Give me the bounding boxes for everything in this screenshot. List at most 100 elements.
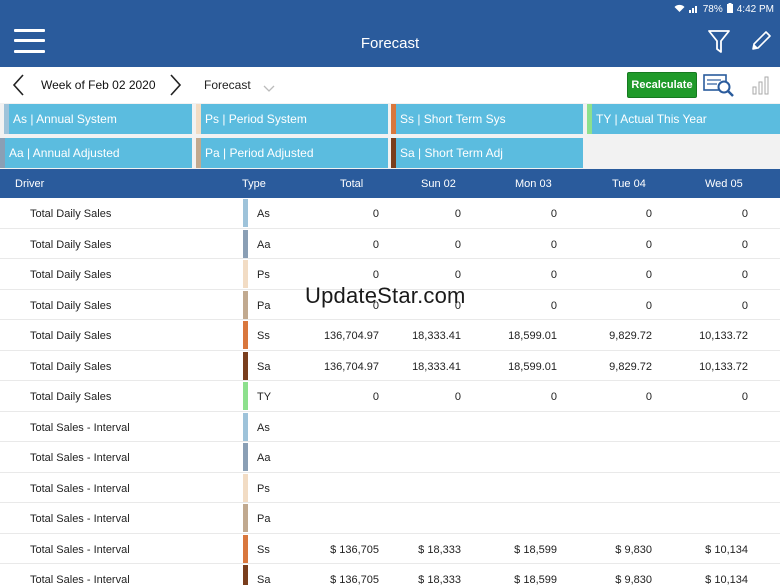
forecast-table-body: Total Daily Sales As 0 0 0 0 0 Total Daily Sale… — [0, 198, 780, 585]
type-color-bar — [243, 565, 248, 585]
value-cell[interactable]: 0 — [562, 269, 652, 281]
value-cell[interactable]: 10,133.72 — [658, 330, 748, 342]
table-row[interactable]: Total Daily Sales Ss 136,704.97 18,333.41 18… — [0, 320, 780, 351]
value-cell[interactable]: 18,333.41 — [371, 330, 461, 342]
type-color-bar — [243, 473, 248, 502]
value-cell[interactable]: 0 — [562, 208, 652, 220]
table-row[interactable]: Total Sales - Interval Aa — [0, 442, 780, 473]
value-cell[interactable]: 0 — [467, 239, 557, 251]
legend-color-swatch — [391, 138, 396, 168]
table-row[interactable]: Total Daily Sales Sa 136,704.97 18,333.41 18… — [0, 351, 780, 381]
bar-chart-icon[interactable] — [751, 75, 771, 95]
value-cell[interactable]: 136,704.97 — [289, 330, 379, 342]
previous-week-chevron-icon[interactable] — [10, 73, 28, 97]
chevron-down-icon[interactable] — [263, 80, 275, 92]
type-cell: Sa — [257, 574, 271, 585]
value-cell[interactable]: 18,333.41 — [371, 361, 461, 373]
type-legend: As | Annual System Ps | Period System Ss… — [0, 103, 780, 169]
legend-chip-ps: Ps | Period System — [196, 104, 388, 134]
battery-percent: 78% — [702, 3, 723, 15]
type-cell: As — [257, 421, 270, 434]
value-cell[interactable]: $ 18,333 — [371, 544, 461, 556]
type-cell: TY — [257, 391, 272, 403]
next-week-chevron-icon[interactable] — [166, 73, 184, 97]
clock: 4:42 PM — [736, 3, 774, 15]
column-header-mon: Mon 03 — [515, 178, 552, 190]
value-cell[interactable]: 10,133.72 — [658, 361, 748, 373]
recalculate-button[interactable]: Recalculate — [627, 72, 697, 98]
value-cell[interactable]: $ 10,134 — [658, 544, 748, 556]
legend-chip-label: Aa | Annual Adjusted — [9, 146, 120, 160]
value-cell[interactable]: 0 — [658, 391, 748, 403]
forecast-dropdown[interactable]: Forecast — [204, 78, 251, 92]
value-cell[interactable]: 0 — [289, 208, 379, 220]
filter-icon[interactable] — [707, 29, 731, 55]
edit-icon[interactable] — [750, 30, 772, 52]
value-cell[interactable]: 0 — [371, 239, 461, 251]
value-cell[interactable]: 0 — [562, 239, 652, 251]
type-cell: Ps — [257, 269, 270, 281]
value-cell[interactable]: $ 9,830 — [562, 574, 652, 585]
value-cell[interactable]: $ 18,599 — [467, 574, 557, 585]
value-cell[interactable]: $ 136,705 — [289, 544, 379, 556]
type-cell: Ss — [257, 543, 270, 556]
type-color-bar — [243, 504, 248, 532]
table-row[interactable]: Total Sales - Interval Sa $ 136,705 $ 18,33… — [0, 564, 780, 585]
value-cell[interactable]: 0 — [658, 239, 748, 251]
value-cell[interactable]: $ 136,705 — [289, 574, 379, 585]
type-cell: Ss — [257, 330, 270, 342]
battery-icon — [726, 3, 733, 15]
table-row[interactable]: Total Sales - Interval Ps — [0, 473, 780, 503]
column-header-type: Type — [242, 178, 266, 190]
table-header: Driver Type Total Sun 02 Mon 03 Tue 04 W… — [0, 169, 780, 198]
table-row[interactable]: Total Sales - Interval Pa — [0, 503, 780, 534]
type-color-bar — [243, 351, 248, 380]
driver-cell: Total Daily Sales — [30, 391, 112, 403]
type-cell: Pa — [257, 299, 271, 312]
value-cell[interactable]: 0 — [467, 269, 557, 281]
driver-cell: Total Daily Sales — [30, 330, 112, 342]
value-cell[interactable]: 136,704.97 — [289, 361, 379, 373]
value-cell[interactable]: 18,599.01 — [467, 361, 557, 373]
value-cell[interactable]: 0 — [658, 269, 748, 281]
table-row[interactable]: Total Sales - Interval As — [0, 412, 780, 442]
search-report-icon[interactable] — [703, 72, 735, 98]
value-cell[interactable]: $ 18,333 — [371, 574, 461, 585]
driver-cell: Total Sales - Interval — [30, 482, 130, 495]
driver-cell: Total Sales - Interval — [30, 574, 130, 585]
table-row[interactable]: Total Daily Sales Aa 0 0 0 0 0 — [0, 229, 780, 259]
value-cell[interactable]: 0 — [562, 300, 652, 312]
value-cell[interactable]: $ 10,134 — [658, 574, 748, 585]
type-color-bar — [243, 382, 248, 410]
value-cell[interactable]: 0 — [562, 391, 652, 403]
value-cell[interactable]: 0 — [289, 239, 379, 251]
value-cell[interactable]: 0 — [467, 391, 557, 403]
value-cell[interactable]: 0 — [658, 300, 748, 312]
value-cell[interactable]: 18,599.01 — [467, 330, 557, 342]
value-cell[interactable]: 0 — [371, 269, 461, 281]
legend-chip-label: Pa | Period Adjusted — [205, 146, 314, 160]
table-row[interactable]: Total Daily Sales TY 0 0 0 0 0 — [0, 381, 780, 412]
driver-cell: Total Daily Sales — [30, 208, 112, 220]
value-cell[interactable]: 0 — [467, 300, 557, 312]
legend-color-swatch — [196, 104, 201, 134]
value-cell[interactable]: 0 — [371, 391, 461, 403]
value-cell[interactable]: 0 — [467, 208, 557, 220]
table-row[interactable]: Total Daily Sales As 0 0 0 0 0 — [0, 198, 780, 229]
value-cell[interactable]: 9,829.72 — [562, 330, 652, 342]
legend-chip-label: As | Annual System — [13, 112, 117, 126]
value-cell[interactable]: 0 — [289, 391, 379, 403]
driver-cell: Total Daily Sales — [30, 269, 112, 281]
value-cell[interactable]: $ 9,830 — [562, 544, 652, 556]
app-bar: Forecast — [0, 18, 780, 67]
column-header-driver: Driver — [15, 178, 45, 190]
table-row[interactable]: Total Sales - Interval Ss $ 136,705 $ 18,33… — [0, 534, 780, 564]
value-cell[interactable]: 0 — [658, 208, 748, 220]
value-cell[interactable]: 0 — [371, 208, 461, 220]
legend-chip-ty: TY | Actual This Year — [587, 104, 780, 134]
driver-cell: Total Daily Sales — [30, 238, 112, 251]
value-cell[interactable]: 9,829.72 — [562, 361, 652, 373]
value-cell[interactable]: 0 — [289, 269, 379, 281]
value-cell[interactable]: $ 18,599 — [467, 544, 557, 556]
type-color-bar — [243, 260, 248, 288]
